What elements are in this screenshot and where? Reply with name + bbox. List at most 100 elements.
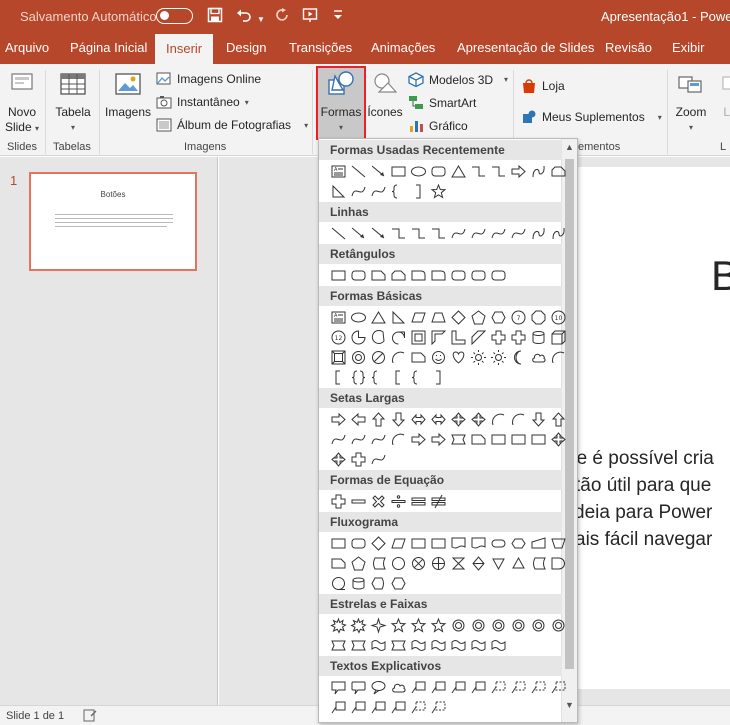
shape-option[interactable] — [328, 553, 348, 573]
shape-option[interactable] — [348, 697, 368, 717]
shape-option[interactable] — [548, 223, 568, 243]
icons-button[interactable]: Ícones — [365, 72, 405, 120]
shape-option[interactable] — [528, 161, 548, 181]
shape-option[interactable] — [528, 533, 548, 553]
shape-option[interactable] — [548, 533, 568, 553]
shape-option[interactable]: A — [328, 161, 348, 181]
shape-option[interactable] — [368, 181, 388, 201]
shape-option[interactable] — [388, 161, 408, 181]
shape-option[interactable] — [508, 429, 528, 449]
shape-option[interactable] — [448, 327, 468, 347]
shape-option[interactable] — [448, 553, 468, 573]
shape-option[interactable] — [508, 347, 528, 367]
shape-option[interactable] — [468, 161, 488, 181]
customize-qat-icon[interactable] — [333, 6, 343, 27]
shape-option[interactable] — [408, 697, 428, 717]
shape-option[interactable] — [428, 161, 448, 181]
shape-option[interactable] — [328, 697, 348, 717]
shape-option[interactable]: 7 — [508, 307, 528, 327]
shape-option[interactable]: A — [328, 307, 348, 327]
shape-option[interactable] — [468, 409, 488, 429]
shape-option[interactable] — [408, 327, 428, 347]
shape-option[interactable] — [348, 367, 368, 387]
shape-option[interactable] — [508, 677, 528, 697]
shape-option[interactable] — [348, 573, 368, 593]
shape-option[interactable] — [428, 223, 448, 243]
shape-option[interactable] — [528, 307, 548, 327]
shape-option[interactable] — [488, 327, 508, 347]
shape-option[interactable] — [328, 677, 348, 697]
shape-option[interactable] — [468, 533, 488, 553]
shape-option[interactable] — [408, 265, 428, 285]
shape-option[interactable] — [408, 347, 428, 367]
shape-option[interactable] — [388, 265, 408, 285]
shape-option[interactable] — [528, 409, 548, 429]
shape-option[interactable] — [528, 677, 548, 697]
tab-transicoes[interactable]: Transições — [289, 40, 352, 55]
shape-option[interactable] — [328, 409, 348, 429]
shape-option[interactable] — [428, 677, 448, 697]
shape-option[interactable] — [408, 553, 428, 573]
models-3d-button[interactable]: Modelos 3D ▾ — [408, 72, 508, 87]
scroll-down-icon[interactable]: ▼ — [565, 700, 574, 710]
shape-option[interactable] — [528, 327, 548, 347]
shape-option[interactable] — [448, 307, 468, 327]
shape-option[interactable] — [388, 409, 408, 429]
shape-option[interactable] — [488, 429, 508, 449]
shape-option[interactable] — [408, 429, 428, 449]
shape-option[interactable] — [448, 223, 468, 243]
shape-option[interactable] — [368, 265, 388, 285]
shape-option[interactable] — [408, 635, 428, 655]
shape-option[interactable] — [368, 635, 388, 655]
shape-option[interactable] — [408, 367, 428, 387]
shape-option[interactable] — [388, 635, 408, 655]
shape-option[interactable] — [468, 307, 488, 327]
shape-option[interactable] — [408, 677, 428, 697]
chart-button[interactable]: Gráfico — [408, 118, 468, 133]
link-button[interactable]: Li — [718, 72, 730, 120]
shape-option[interactable] — [448, 161, 468, 181]
shape-option[interactable] — [508, 615, 528, 635]
shape-option[interactable] — [388, 615, 408, 635]
shape-option[interactable] — [468, 677, 488, 697]
shape-option[interactable] — [368, 573, 388, 593]
shape-option[interactable] — [428, 429, 448, 449]
shape-option[interactable] — [428, 533, 448, 553]
shape-option[interactable] — [328, 449, 348, 469]
shape-option[interactable] — [428, 553, 448, 573]
store-button[interactable]: Loja — [521, 78, 565, 94]
shape-option[interactable] — [548, 429, 568, 449]
shape-option[interactable] — [408, 307, 428, 327]
shape-option[interactable] — [428, 181, 448, 201]
start-slideshow-icon[interactable] — [302, 7, 320, 28]
shape-option[interactable] — [348, 615, 368, 635]
online-images-button[interactable]: Imagens Online — [156, 72, 261, 86]
shape-option[interactable] — [328, 367, 348, 387]
shape-option[interactable] — [428, 491, 448, 511]
shape-option[interactable] — [428, 697, 448, 717]
shape-option[interactable] — [388, 491, 408, 511]
tab-exibir[interactable]: Exibir — [672, 40, 705, 55]
shape-option[interactable] — [388, 307, 408, 327]
shape-option[interactable] — [328, 533, 348, 553]
shape-option[interactable] — [368, 697, 388, 717]
shape-option[interactable] — [488, 635, 508, 655]
shape-option[interactable] — [428, 615, 448, 635]
shape-option[interactable] — [408, 223, 428, 243]
shape-option[interactable] — [328, 223, 348, 243]
shape-option[interactable] — [408, 491, 428, 511]
scroll-up-icon[interactable]: ▲ — [565, 142, 574, 152]
shape-option[interactable] — [468, 327, 488, 347]
shape-option[interactable] — [448, 409, 468, 429]
shape-option[interactable] — [368, 491, 388, 511]
new-slide-button[interactable]: Novo Slide ▾ — [4, 72, 40, 136]
shape-option[interactable] — [368, 615, 388, 635]
shape-option[interactable] — [468, 347, 488, 367]
shape-option[interactable] — [368, 347, 388, 367]
shape-option[interactable] — [488, 553, 508, 573]
shape-option[interactable] — [548, 347, 568, 367]
shape-option[interactable] — [328, 429, 348, 449]
shape-option[interactable] — [388, 347, 408, 367]
shape-option[interactable] — [448, 615, 468, 635]
shape-option[interactable] — [328, 615, 348, 635]
